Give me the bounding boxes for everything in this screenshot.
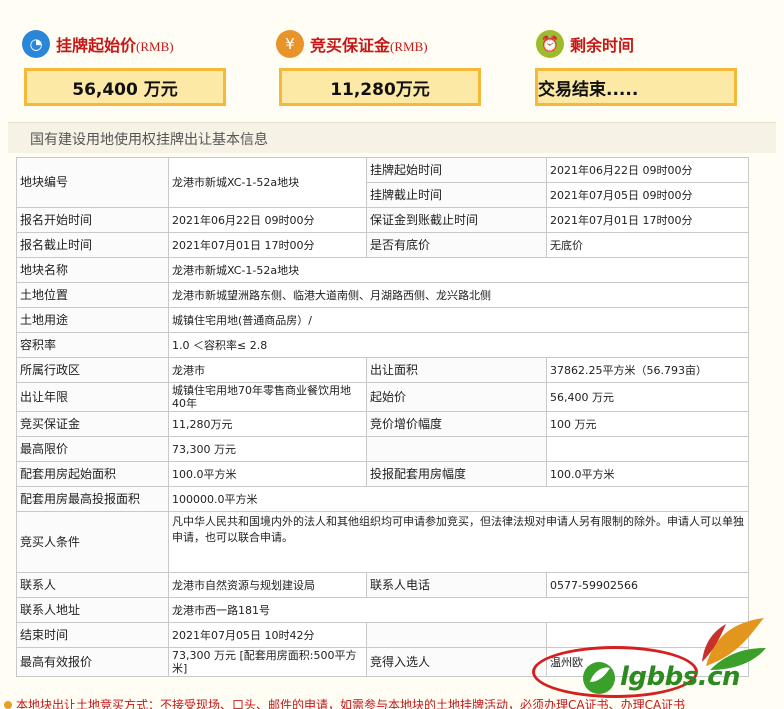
conditions-value: 凡中华人民共和国境内外的法人和其他组织均可申请参加竞买，但法律法规对申请人另有限… [168,511,749,573]
area-key: 出让面积 [366,357,547,383]
deposit-value: 11,280万元 [279,68,481,106]
list-end-key: 挂牌截止时间 [366,182,547,208]
district-value: 龙港市 [168,357,367,383]
increment-key: 竞价增价幅度 [366,411,547,437]
table-row: 配套用房起始面积 100.0平方米 投报配套用房幅度 100.0平方米 [16,461,749,487]
reg-end-value: 2021年07月01日 17时00分 [168,232,367,258]
far-key: 容积率 [16,332,169,358]
name-key: 地块名称 [16,257,169,283]
end-time-value: 2021年07月05日 10时42分 [168,622,367,648]
start-price-label: 挂牌起始价(RMB) [56,36,174,55]
house-start-key: 配套用房起始面积 [16,461,169,487]
table-row: 竞买人条件 凡中华人民共和国境内外的法人和其他组织均可申请参加竞买，但法律法规对… [16,511,749,573]
bullet-icon [4,701,12,709]
use-key: 土地用途 [16,307,169,333]
section-title: 国有建设用地使用权挂牌出让基本信息 [30,132,268,148]
table-row: 地块名称 龙港市新城XC-1-52a地块 [16,257,749,283]
far-value: 1.0 ＜容积率≤ 2.8 [168,332,749,358]
table-row: 配套用房最高投报面积 100000.0平方米 [16,486,749,512]
start-price-value: 56,400 万元 [24,68,226,106]
deposit-due-key: 保证金到账截止时间 [366,207,547,233]
alarm-clock-icon: ⏰ [536,30,564,58]
remaining-time-label: 剩余时间 [570,36,635,55]
contact-key: 联系人 [16,572,169,598]
watermark-text: lgbbs.cn [620,662,741,692]
term-value: 城镇住宅用地70年零售商业餐饮用地40年 [168,382,367,412]
reg-end-key: 报名截止时间 [16,232,169,258]
conditions-key: 竞买人条件 [16,511,169,573]
table-row: 所属行政区 龙港市 出让面积 37862.25平方米（56.793亩） [16,357,749,383]
table-row: 土地用途 城镇住宅用地(普通商品房）/ [16,307,749,333]
site-watermark: lgbbs.cn [528,614,784,709]
district-key: 所属行政区 [16,357,169,383]
list-end-value: 2021年07月05日 09时00分 [546,182,749,208]
house-max-key: 配套用房最高投报面积 [16,486,169,512]
parcel-no-value: 龙港市新城XC-1-52a地块 [168,157,367,208]
phone-value: 0577-59902566 [546,572,749,598]
empty-cell [546,436,749,462]
start-price-cell: 56,400 万元 [546,382,749,412]
end-time-key: 结束时间 [16,622,169,648]
table-row: 最高限价 73,300 万元 [16,436,749,462]
money-bag-icon: ¥ [276,30,304,58]
reg-start-value: 2021年06月22日 09时00分 [168,207,367,233]
list-start-value: 2021年06月22日 09时00分 [546,157,749,183]
house-step-value: 100.0平方米 [546,461,749,487]
table-row: 土地位置 龙港市新城望洲路东侧、临港大道南侧、月湖路西侧、龙兴路北侧 [16,282,749,308]
start-price-key: 起始价 [366,382,547,412]
empty-cell [366,622,547,648]
house-step-key: 投报配套用房幅度 [366,461,547,487]
table-row: 报名截止时间 2021年07月01日 17时00分 是否有底价 无底价 [16,232,749,258]
max-price-value: 73,300 万元 [168,436,367,462]
deposit-key: 竞买保证金 [16,411,169,437]
price-summary: ◔ 挂牌起始价(RMB) 56,400 万元 ¥ 竞买保证金(RMB) 11,2… [0,0,784,120]
empty-cell [366,436,547,462]
table-row: 竞买保证金 11,280万元 竞价增价幅度 100 万元 [16,411,749,437]
leaf-mark-icon [583,662,615,694]
house-max-value: 100000.0平方米 [168,486,749,512]
table-row: 联系人 龙港市自然资源与规划建设局 联系人电话 0577-59902566 [16,572,749,598]
phone-key: 联系人电话 [366,572,547,598]
table-row: 容积率 1.0 ＜容积率≤ 2.8 [16,332,749,358]
location-key: 土地位置 [16,282,169,308]
parcel-no-key: 地块编号 [16,157,169,208]
deposit-cell: 11,280万元 [168,411,367,437]
increment-value: 100 万元 [546,411,749,437]
term-key: 出让年限 [16,382,169,412]
list-start-key: 挂牌起始时间 [366,157,547,183]
reg-start-key: 报名开始时间 [16,207,169,233]
reserve-value: 无底价 [546,232,749,258]
top-bid-key: 最高有效报价 [16,647,169,677]
house-start-value: 100.0平方米 [168,461,367,487]
table-row: 出让年限 城镇住宅用地70年零售商业餐饮用地40年 起始价 56,400 万元 [16,382,749,412]
winner-key: 竞得入选人 [366,647,547,677]
table-row: 报名开始时间 2021年06月22日 09时00分 保证金到账截止时间 2021… [16,207,749,233]
address-key: 联系人地址 [16,597,169,623]
stopwatch-icon: ◔ [22,30,50,58]
deposit-due-value: 2021年07月01日 17时00分 [546,207,749,233]
max-price-key: 最高限价 [16,436,169,462]
land-info-table: 地块编号 龙港市新城XC-1-52a地块 挂牌起始时间 2021年06月22日 … [16,157,749,677]
remaining-time-value: 交易结束..... [535,68,737,106]
area-value: 37862.25平方米（56.793亩） [546,357,749,383]
table-row: 地块编号 龙港市新城XC-1-52a地块 挂牌起始时间 2021年06月22日 … [16,157,749,208]
top-bid-value: 73,300 万元 [配套用房面积:500平方米] [168,647,367,677]
contact-value: 龙港市自然资源与规划建设局 [168,572,367,598]
section-title-bar: 国有建设用地使用权挂牌出让基本信息 [8,122,776,153]
deposit-label: 竞买保证金(RMB) [310,36,428,55]
use-value: 城镇住宅用地(普通商品房）/ [168,307,749,333]
name-value: 龙港市新城XC-1-52a地块 [168,257,749,283]
location-value: 龙港市新城望洲路东侧、临港大道南侧、月湖路西侧、龙兴路北侧 [168,282,749,308]
reserve-key: 是否有底价 [366,232,547,258]
